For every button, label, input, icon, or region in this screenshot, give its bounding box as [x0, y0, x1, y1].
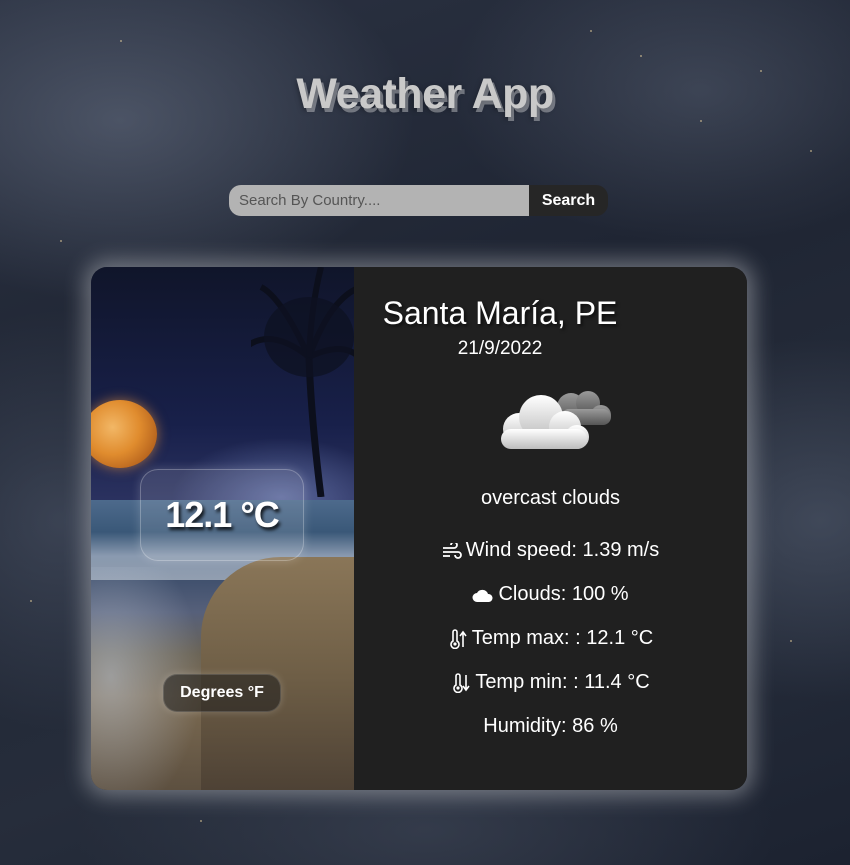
search-input[interactable] — [229, 185, 529, 216]
temp-max-row: Temp max: : 12.1 °C — [354, 627, 747, 650]
temp-max-value: Temp max: : 12.1 °C — [471, 627, 654, 649]
humidity-row: Humidity: 86 % — [354, 715, 747, 738]
clouds-row: Clouds: 100 % — [354, 583, 747, 606]
app-title: Weather App — [296, 70, 554, 118]
weather-card: 12.1 °C Degrees °F Santa María, PE 21/9/… — [91, 267, 747, 790]
clouds-value: Clouds: 100 % — [498, 583, 629, 605]
search-button[interactable]: Search — [529, 185, 608, 216]
temperature-display: 12.1 °C — [140, 469, 304, 561]
wind-speed-row: Wind speed: 1.39 m/s — [354, 539, 747, 562]
wind-icon — [442, 542, 462, 559]
temperature-value: 12.1 °C — [165, 494, 279, 535]
wind-speed-value: Wind speed: 1.39 m/s — [465, 539, 660, 561]
current-date: 21/9/2022 — [457, 338, 543, 359]
thermometer-up-icon — [450, 628, 467, 649]
thermometer-down-icon — [453, 672, 470, 693]
search-bar: Search — [229, 185, 608, 216]
cloud-small-icon — [472, 589, 493, 602]
temp-min-row: Temp min: : 11.4 °C — [354, 671, 747, 694]
weather-details-panel: Santa María, PE 21/9/2022 overcast cloud… — [354, 267, 747, 790]
humidity-value: Humidity: 86 % — [483, 715, 618, 737]
location-name: Santa María, PE — [382, 295, 618, 331]
moon-image — [91, 400, 157, 468]
cloud-icon — [501, 391, 611, 449]
temp-min-value: Temp min: : 11.4 °C — [475, 671, 650, 693]
unit-toggle-button[interactable]: Degrees °F — [163, 674, 281, 712]
weather-description: overcast clouds — [481, 487, 620, 509]
